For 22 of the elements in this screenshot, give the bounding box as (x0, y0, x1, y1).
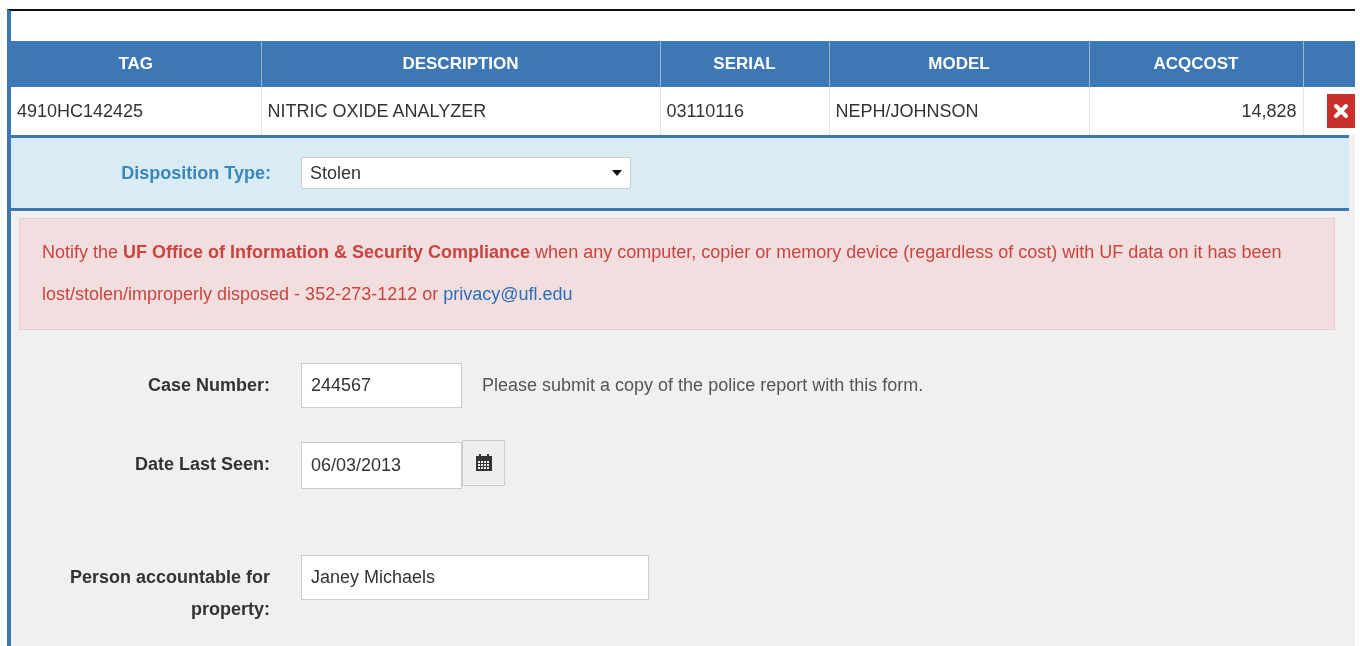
caret-icon (612, 170, 622, 176)
field-label: Date Last Seen: (133, 453, 270, 476)
column-header: TAG (11, 41, 261, 87)
dropdown[interactable]: Stolen (301, 157, 631, 189)
alert-message: Notify the UF Office of Information & Security Compliance when any computer, copier or memory device (regardless of cost) with UF data on it has been lost/stolen/improperly disposed - 352-273-1212 or privacy@ufl.edu (42, 241, 1283, 306)
input-field[interactable]: Janey Michaels (301, 555, 649, 600)
input-field[interactable]: 244567 (301, 363, 462, 408)
table-cell: 4910HC142425 (11, 87, 261, 135)
calendar-button[interactable] (462, 440, 505, 486)
calendar-icon (474, 454, 493, 472)
field-label: Disposition Type: (120, 162, 271, 184)
column-header: SERIAL (660, 41, 829, 87)
column-header: DESCRIPTION (261, 41, 660, 87)
field-label: Person accountable for property: (68, 566, 270, 621)
help-text: Please submit a copy of the police report with this form. (482, 374, 924, 397)
email-link[interactable]: privacy@ufl.edu (443, 284, 573, 304)
column-header: MODEL (829, 41, 1089, 87)
column-header: ACQCOST (1089, 41, 1303, 87)
input-field[interactable]: 06/03/2013 (301, 442, 462, 489)
delete-button[interactable] (1327, 94, 1355, 128)
field-label: Case Number: (146, 374, 270, 397)
close-icon (1333, 103, 1349, 119)
